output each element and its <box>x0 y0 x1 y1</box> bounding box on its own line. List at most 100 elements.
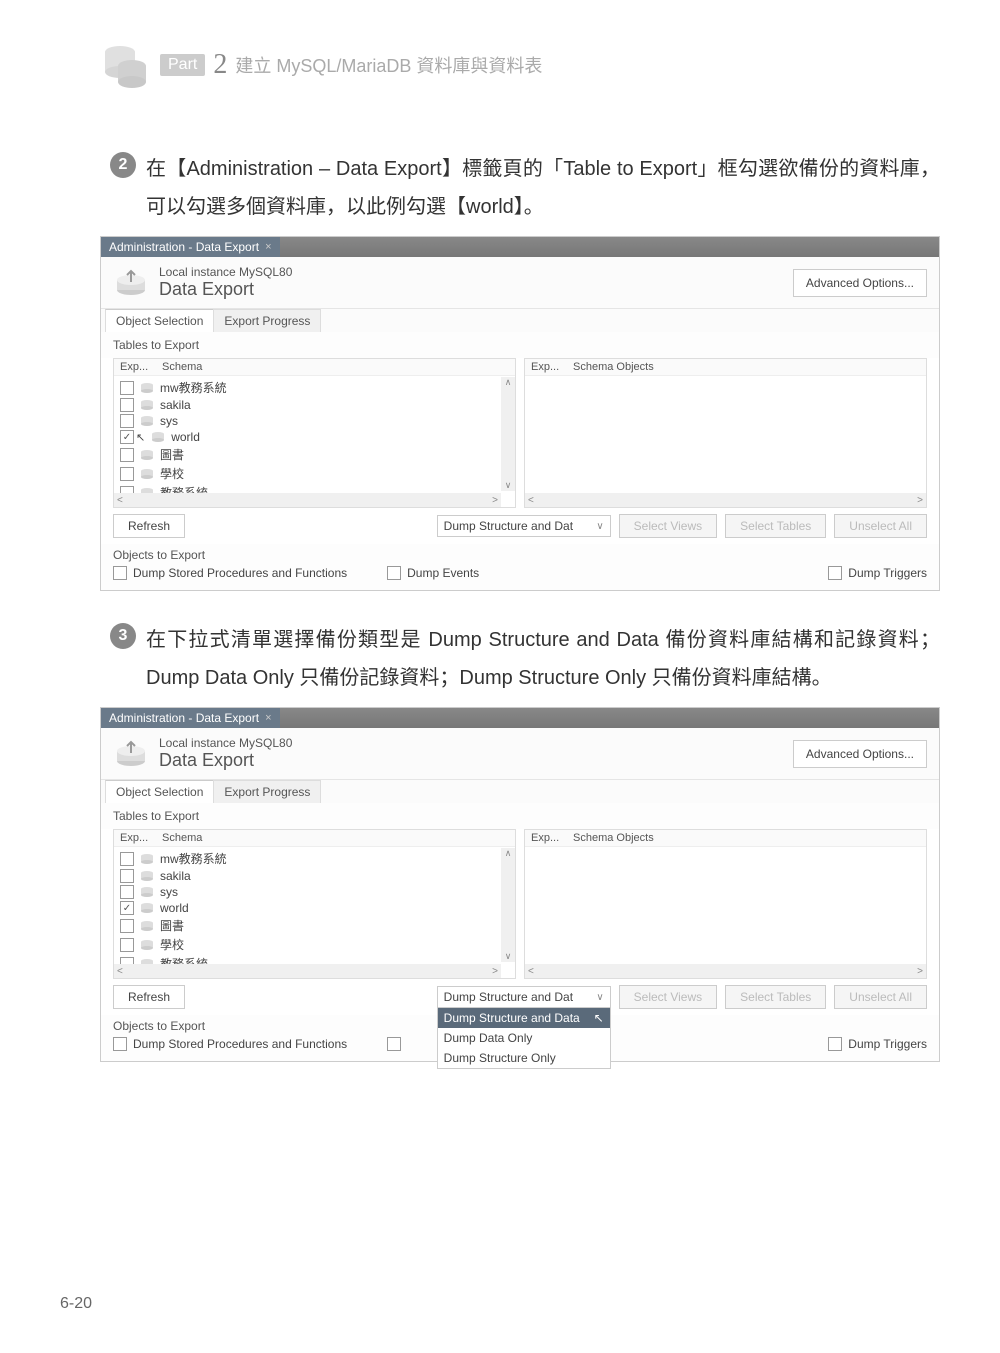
schema-name: sakila <box>160 398 191 412</box>
schema-row[interactable]: world <box>118 900 511 916</box>
dropdown-value: Dump Structure and Dat <box>444 990 573 1004</box>
col-schema-objects: Schema Objects <box>573 832 654 844</box>
dump-triggers-checkbox[interactable]: Dump Triggers <box>828 566 927 580</box>
tab-data-export[interactable]: Administration - Data Export × <box>101 708 280 728</box>
scrollbar-horizontal[interactable]: <> <box>114 493 501 507</box>
schema-row[interactable]: sys <box>118 413 511 429</box>
tab-bar: Administration - Data Export × <box>101 237 939 257</box>
objects-panel: Exp... Schema Objects <> <box>524 358 927 508</box>
schema-name: sys <box>160 885 178 899</box>
close-icon[interactable]: × <box>265 712 271 724</box>
advanced-options-button[interactable]: Advanced Options... <box>793 740 927 768</box>
step-3-text: 在下拉式清單選擇備份類型是 Dump Structure and Data 備份… <box>146 621 940 697</box>
chevron-down-icon: ∨ <box>596 521 603 532</box>
select-tables-button[interactable]: Select Tables <box>725 985 826 1009</box>
cursor-icon: ↖ <box>594 1011 604 1025</box>
schema-checkbox[interactable] <box>120 414 134 428</box>
schema-checkbox[interactable] <box>120 398 134 412</box>
refresh-button[interactable]: Refresh <box>113 985 185 1009</box>
schema-checkbox[interactable] <box>120 448 134 462</box>
schema-name: world <box>171 430 200 444</box>
dump-events-checkbox[interactable]: D <box>387 1037 416 1051</box>
schema-row[interactable]: ↖ world <box>118 429 511 445</box>
select-views-button[interactable]: Select Views <box>619 514 717 538</box>
schema-checkbox[interactable] <box>120 869 134 883</box>
dropdown-option-data-only[interactable]: Dump Data Only <box>438 1028 610 1048</box>
refresh-button[interactable]: Refresh <box>113 514 185 538</box>
col-schema: Schema <box>162 361 202 373</box>
scrollbar-horizontal[interactable]: <> <box>525 964 926 978</box>
select-tables-button[interactable]: Select Tables <box>725 514 826 538</box>
server-icon <box>113 268 149 298</box>
database-icon <box>140 939 154 951</box>
schema-row[interactable]: sys <box>118 884 511 900</box>
header-row: Local instance MySQL80 Data Export Advan… <box>101 257 939 309</box>
database-icon <box>140 449 154 461</box>
database-icon <box>140 870 154 882</box>
col-exp-right: Exp... <box>531 832 573 844</box>
dropdown-option-structure-and-data[interactable]: Dump Structure and Data ↖ <box>438 1008 610 1028</box>
schema-row[interactable]: mw教務系統 <box>118 378 511 397</box>
database-icon <box>151 431 165 443</box>
schema-row[interactable]: sakila <box>118 397 511 413</box>
schema-name: 圖書 <box>160 446 184 463</box>
tab-data-export[interactable]: Administration - Data Export × <box>101 237 280 257</box>
col-schema-objects: Schema Objects <box>573 361 654 373</box>
schema-row[interactable]: 學校 <box>118 935 511 954</box>
tab-object-selection[interactable]: Object Selection <box>105 309 214 332</box>
tab-export-progress[interactable]: Export Progress <box>213 780 321 803</box>
close-icon[interactable]: × <box>265 241 271 253</box>
schema-name: 學校 <box>160 465 184 482</box>
step-2: 2 在【Administration – Data Export】標籤頁的「Ta… <box>110 150 940 226</box>
schema-checkbox[interactable] <box>120 381 134 395</box>
advanced-options-button[interactable]: Advanced Options... <box>793 269 927 297</box>
instance-label: Local instance MySQL80 <box>159 265 292 279</box>
database-icon <box>140 415 154 427</box>
schema-row[interactable]: sakila <box>118 868 511 884</box>
scrollbar-horizontal[interactable]: <> <box>114 964 501 978</box>
dump-triggers-checkbox[interactable]: Dump Triggers <box>828 1037 927 1051</box>
schema-name: 圖書 <box>160 917 184 934</box>
database-icon <box>140 886 154 898</box>
dump-type-dropdown[interactable]: Dump Structure and Dat ∨ <box>437 515 611 537</box>
schema-row[interactable]: 圖書 <box>118 916 511 935</box>
dropdown-option-structure-only[interactable]: Dump Structure Only <box>438 1048 610 1068</box>
part-header: Part 2 建立 MySQL/MariaDB 資料庫與資料表 <box>100 40 940 90</box>
select-views-button[interactable]: Select Views <box>619 985 717 1009</box>
col-exp: Exp... <box>120 832 162 844</box>
scrollbar-vertical[interactable]: ∧∨ <box>501 377 515 491</box>
cursor-icon: ↖ <box>136 431 145 444</box>
scrollbar-horizontal[interactable]: <> <box>525 493 926 507</box>
dump-events-checkbox[interactable]: Dump Events <box>387 566 479 580</box>
schema-name: sakila <box>160 869 191 883</box>
schema-checkbox[interactable] <box>120 430 134 444</box>
schema-checkbox[interactable] <box>120 852 134 866</box>
dump-type-dropdown[interactable]: Dump Structure and Dat ∨ Dump Structure … <box>437 986 611 1008</box>
unselect-all-button[interactable]: Unselect All <box>834 985 927 1009</box>
schema-checkbox[interactable] <box>120 467 134 481</box>
step-3: 3 在下拉式清單選擇備份類型是 Dump Structure and Data … <box>110 621 940 697</box>
unselect-all-button[interactable]: Unselect All <box>834 514 927 538</box>
schema-row[interactable]: 學校 <box>118 464 511 483</box>
database-icon <box>140 902 154 914</box>
schema-checkbox[interactable] <box>120 885 134 899</box>
scrollbar-vertical[interactable]: ∧∨ <box>501 848 515 962</box>
tab-title: Administration - Data Export <box>109 711 259 725</box>
tab-object-selection[interactable]: Object Selection <box>105 780 214 803</box>
schema-row[interactable]: mw教務系統 <box>118 849 511 868</box>
database-icon <box>140 853 154 865</box>
schema-row[interactable]: 圖書 <box>118 445 511 464</box>
dump-sp-checkbox[interactable]: Dump Stored Procedures and Functions <box>113 1037 347 1051</box>
server-icon <box>113 739 149 769</box>
tab-export-progress[interactable]: Export Progress <box>213 309 321 332</box>
part-label: Part <box>160 54 205 76</box>
schema-checkbox[interactable] <box>120 938 134 952</box>
screenshot-2: Administration - Data Export × Local ins… <box>100 707 940 1062</box>
schema-checkbox[interactable] <box>120 901 134 915</box>
objects-panel: Exp... Schema Objects <> <box>524 829 927 979</box>
dump-sp-checkbox[interactable]: Dump Stored Procedures and Functions <box>113 566 347 580</box>
page-number: 6-20 <box>60 1295 92 1313</box>
dropdown-menu: Dump Structure and Data ↖ Dump Data Only… <box>437 1007 611 1069</box>
sub-tabs: Object Selection Export Progress <box>101 780 939 803</box>
schema-checkbox[interactable] <box>120 919 134 933</box>
